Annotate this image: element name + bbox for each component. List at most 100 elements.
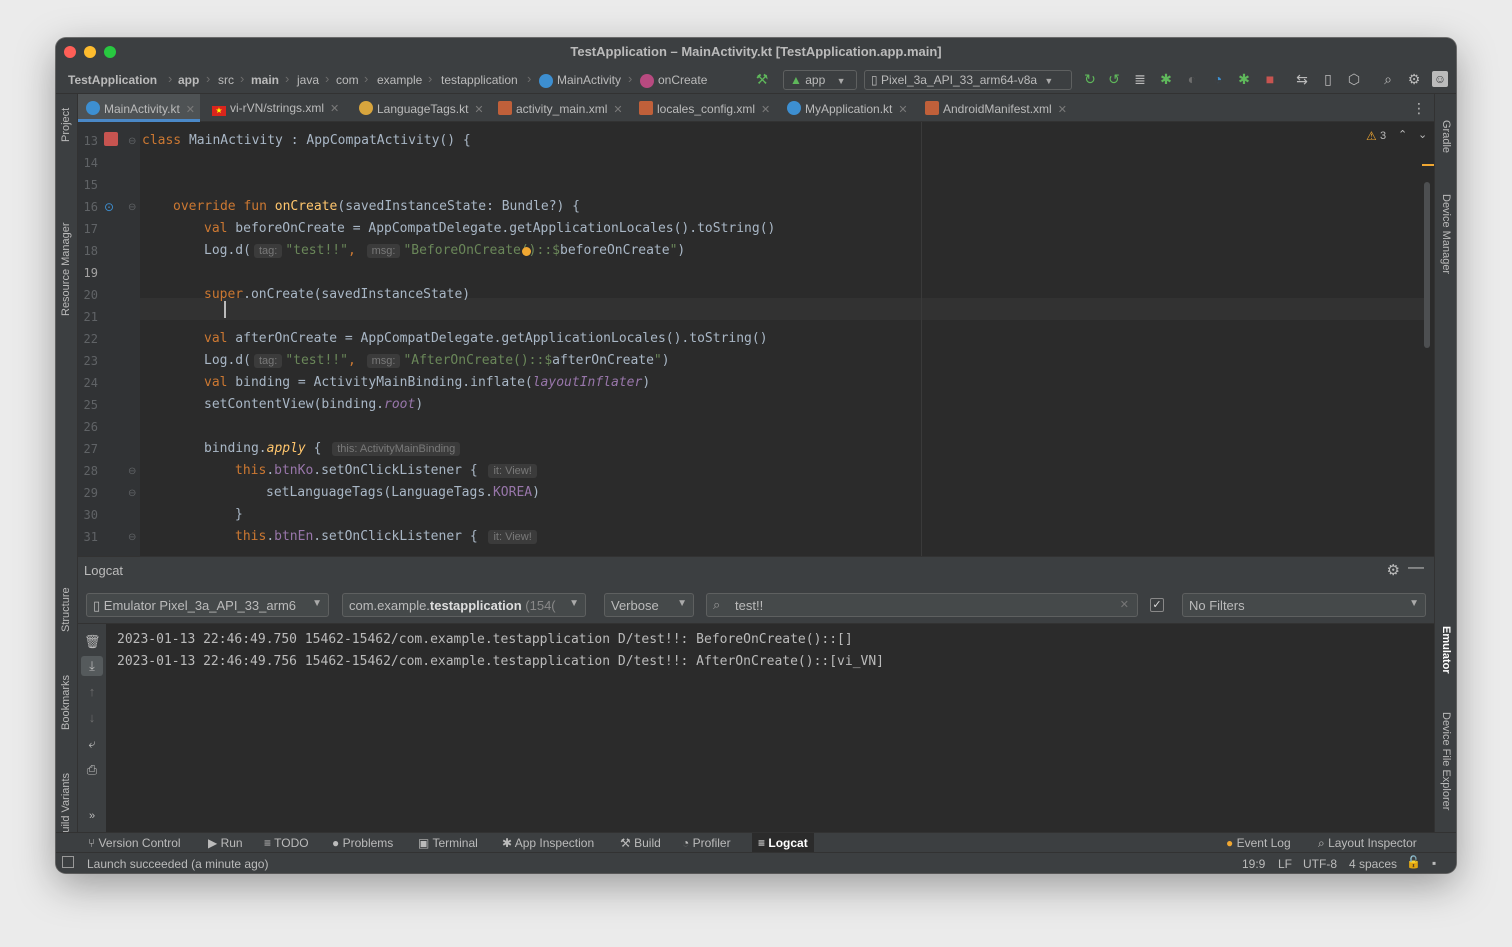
apply-changes-icon[interactable]: ↺	[1106, 71, 1122, 87]
breadcrumb-example[interactable]: example	[377, 73, 422, 87]
lock-icon[interactable]: 🔓	[1406, 855, 1421, 869]
breadcrumb-oncreate[interactable]: onCreate	[658, 73, 707, 87]
hammer-build-icon[interactable]: ⚒	[754, 71, 770, 87]
regex-checkbox[interactable]: ✓	[1150, 598, 1164, 612]
arrow-up-icon[interactable]: ↑	[84, 684, 100, 700]
clear-icon[interactable]: ✕	[1120, 598, 1129, 611]
breadcrumb-main[interactable]: main	[251, 73, 279, 87]
app-inspection-tool-button[interactable]: ✱ App Inspection	[502, 836, 594, 850]
logcat-tool-button[interactable]: ≡ Logcat	[752, 833, 814, 853]
device-file-explorer-tool-button[interactable]: Device File Explorer	[1440, 712, 1452, 810]
breadcrumb-com[interactable]: com	[336, 73, 359, 87]
warning-icon[interactable]: ⚠	[1366, 129, 1377, 143]
breadcrumb-mainactivity[interactable]: MainActivity	[557, 73, 621, 87]
line-separator[interactable]: LF	[1278, 857, 1292, 871]
tab-activity-main-xml[interactable]: activity_main.xml ✕	[498, 94, 623, 122]
close-icon[interactable]: ✕	[613, 104, 622, 116]
layout-inspector-tool-button[interactable]: ⌕ Layout Inspector	[1318, 836, 1417, 851]
soft-wrap-icon[interactable]: ⤶	[84, 736, 100, 752]
device-select[interactable]: ▯ Pixel_3a_API_33_arm64-v8a ▼	[864, 70, 1072, 90]
fold-icon[interactable]: ⊖	[128, 466, 136, 477]
logcat-package-select[interactable]: com.example.testapplication (154(▼	[342, 593, 586, 617]
scroll-to-end-icon[interactable]: ⤓	[81, 656, 103, 676]
print-icon[interactable]: ⎙	[84, 762, 100, 778]
status-message[interactable]: Launch succeeded (a minute ago)	[87, 857, 268, 871]
indent-setting[interactable]: 4 spaces	[1349, 857, 1397, 871]
version-control-tool-button[interactable]: ⑂ Version Control	[88, 836, 181, 850]
resource-manager-tool-button[interactable]: Resource Manager	[60, 222, 72, 316]
trash-icon[interactable]: 🗑	[84, 634, 101, 650]
breadcrumb-src[interactable]: src	[218, 73, 234, 87]
search-icon[interactable]: ⌕	[1380, 71, 1396, 87]
tab-strings-xml[interactable]: ★ vi-rVN/strings.xml ✕	[212, 94, 339, 122]
avatar[interactable]: ☺	[1432, 71, 1448, 87]
event-log-tool-button[interactable]: ● Event Log	[1226, 836, 1291, 850]
chevron-down-icon[interactable]: ⌄	[1418, 128, 1427, 141]
rerun-icon[interactable]: ↻	[1082, 71, 1098, 87]
run-gutter-icon[interactable]	[104, 132, 118, 146]
profile-icon[interactable]: ◔	[1210, 71, 1226, 87]
structure-tool-button[interactable]: Structure	[60, 587, 72, 632]
gear-icon[interactable]: ⚙	[1387, 561, 1400, 579]
breadcrumb-testapplication[interactable]: testapplication	[441, 73, 518, 87]
file-encoding[interactable]: UTF-8	[1303, 857, 1337, 871]
arrow-down-icon[interactable]: ↓	[84, 710, 100, 726]
logcat-filter-select[interactable]: No Filters ▼	[1182, 593, 1426, 617]
breadcrumb-java[interactable]: java	[297, 73, 319, 87]
breadcrumb-app[interactable]: app	[178, 73, 199, 87]
attach-debugger-icon[interactable]: ◐	[1184, 71, 1200, 87]
debug-attach-icon[interactable]: ✱	[1236, 71, 1252, 87]
device-manager-icon[interactable]: ▯	[1320, 71, 1336, 87]
caret-position[interactable]: 19:9	[1242, 857, 1265, 871]
more-icon[interactable]: »	[84, 808, 100, 824]
terminal-tool-button[interactable]: ▣ Terminal	[418, 836, 478, 850]
build-variants-tool-button[interactable]: Build Variants	[60, 773, 72, 840]
close-icon[interactable]: ✕	[898, 104, 907, 116]
todo-tool-button[interactable]: ≡ TODO	[264, 836, 309, 850]
warning-count[interactable]: 3	[1380, 130, 1386, 142]
device-manager-tool-button[interactable]: Device Manager	[1440, 194, 1452, 274]
emulator-tool-button[interactable]: Emulator	[1440, 626, 1452, 674]
fold-icon[interactable]: ⊖	[128, 488, 136, 499]
debug-bug-icon[interactable]: ✱	[1158, 71, 1174, 87]
stop-icon[interactable]: ■	[1262, 71, 1278, 87]
breadcrumb-project[interactable]: TestApplication	[68, 73, 157, 87]
code-editor[interactable]: 13 14 15 16 17 18 19 20 21 22 23 24 25 2…	[78, 122, 1434, 556]
override-gutter-icon[interactable]: ⊙	[104, 200, 114, 214]
gradle-tool-button[interactable]: Gradle	[1440, 120, 1452, 153]
logcat-output[interactable]: 2023-01-13 22:46:49.750 15462-15462/com.…	[106, 624, 1434, 832]
logcat-level-select[interactable]: Verbose ▼	[604, 593, 694, 617]
tab-androidmanifest[interactable]: AndroidManifest.xml ✕	[925, 94, 1067, 122]
coverage-icon[interactable]: ≣	[1132, 71, 1148, 87]
fold-icon[interactable]: ⊖	[128, 136, 136, 147]
build-tool-button[interactable]: ⚒ Build	[620, 836, 661, 850]
logcat-search-input[interactable]: ⌕ test!! ✕	[706, 593, 1138, 617]
fold-icon[interactable]: ⊖	[128, 202, 136, 213]
logcat-device-select[interactable]: ▯ Emulator Pixel_3a_API_33_arm6 ▼	[86, 593, 329, 617]
memory-indicator-icon[interactable]: ▪	[1432, 856, 1436, 870]
run-tool-button[interactable]: ▶ Run	[208, 836, 243, 850]
bookmarks-tool-button[interactable]: Bookmarks	[60, 675, 72, 730]
gear-icon[interactable]: ⚙	[1406, 71, 1422, 87]
tab-languagetags[interactable]: LanguageTags.kt ✕	[359, 94, 484, 122]
editor-scrollbar[interactable]	[1424, 182, 1430, 348]
sync-gradle-icon[interactable]: ⇆	[1294, 71, 1310, 87]
close-icon[interactable]: ✕	[330, 103, 339, 115]
close-icon[interactable]: ✕	[474, 104, 483, 116]
project-tool-button[interactable]: Project	[60, 108, 72, 142]
tab-locales-config-xml[interactable]: locales_config.xml ✕	[639, 94, 770, 122]
minimize-icon[interactable]: —	[1408, 559, 1424, 577]
close-icon[interactable]: ✕	[186, 104, 195, 116]
tab-mainactivity[interactable]: MainActivity.kt ✕	[78, 94, 200, 122]
tab-myapplication[interactable]: MyApplication.kt ✕	[787, 94, 908, 122]
close-icon[interactable]: ✕	[761, 104, 770, 116]
problems-tool-button[interactable]: ● Problems	[332, 836, 393, 850]
tool-windows-toggle-icon[interactable]	[62, 856, 74, 868]
run-config-select[interactable]: ▲ app ▼	[783, 70, 857, 90]
fold-icon[interactable]: ⊖	[128, 532, 136, 543]
warning-stripe-marker[interactable]	[1422, 164, 1434, 166]
more-tabs-icon[interactable]: ⋮	[1412, 100, 1426, 117]
sdk-manager-icon[interactable]: ⬡	[1346, 71, 1362, 87]
close-icon[interactable]: ✕	[1058, 104, 1067, 116]
chevron-up-icon[interactable]: ⌃	[1398, 128, 1407, 141]
